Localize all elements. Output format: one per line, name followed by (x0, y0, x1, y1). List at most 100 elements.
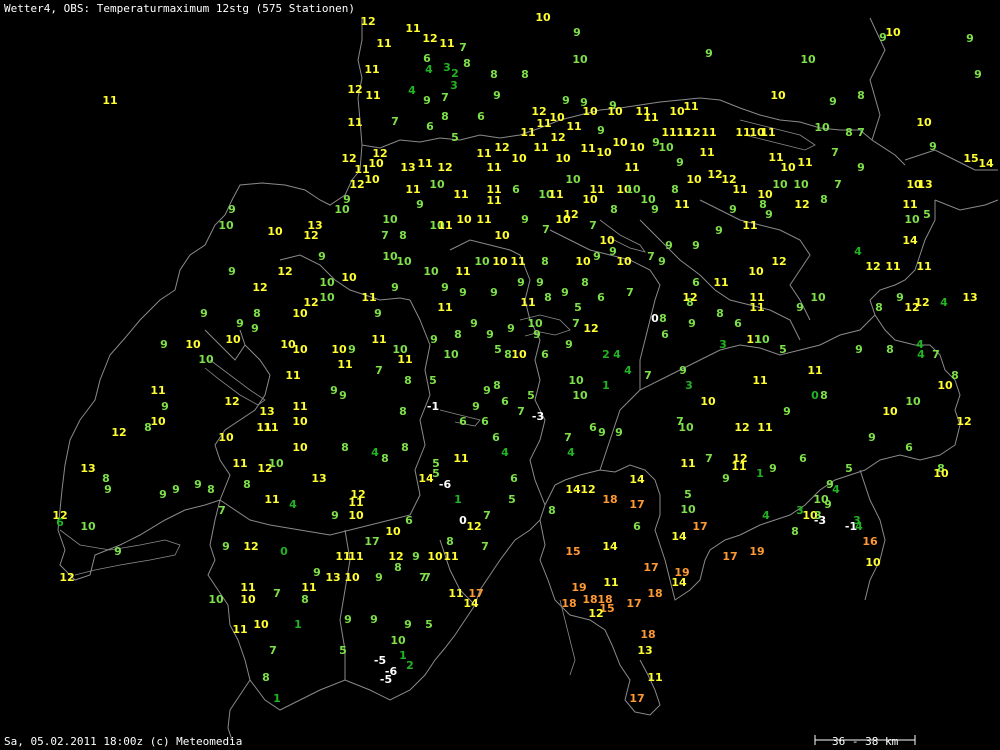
station-value: 10 (555, 213, 571, 226)
station-value: 10 (616, 255, 632, 268)
station-value: 10 (814, 121, 830, 134)
station-value: 9 (597, 124, 605, 137)
station-value: 7 (564, 431, 572, 444)
station-value: 6 (481, 415, 489, 428)
station-value: 10 (331, 343, 347, 356)
station-value: 11 (232, 457, 247, 470)
station-value: 12 (914, 296, 929, 309)
station-value: 9 (370, 613, 378, 626)
station-value: 17 (722, 550, 737, 563)
station-value: 11 (624, 161, 639, 174)
station-value: 11 (292, 400, 307, 413)
station-value: 9 (441, 281, 449, 294)
station-value: 9 (194, 478, 202, 491)
station-value: 5 (574, 301, 582, 314)
station-value: 9 (228, 265, 236, 278)
station-value: 13 (400, 161, 415, 174)
station-value: 10 (292, 441, 308, 454)
station-value: 10 (582, 105, 598, 118)
station-value: 12 (734, 421, 749, 434)
station-value: 18 (647, 587, 662, 600)
station-value: 10 (572, 53, 588, 66)
station-value: 11 (580, 142, 595, 155)
station-value: 10 (474, 255, 490, 268)
station-value: 10 (80, 520, 96, 533)
station-value: 9 (459, 286, 467, 299)
station-value: 11 (713, 276, 728, 289)
station-value: 3 (719, 338, 727, 351)
station-value: 10 (292, 415, 308, 428)
station-value: -5 (380, 673, 392, 686)
station-value: 7 (542, 223, 550, 236)
station-value: 12 (685, 126, 700, 139)
station-value: 10 (555, 152, 571, 165)
station-value: 9 (829, 95, 837, 108)
station-value: 5 (429, 374, 437, 387)
station-value: 7 (423, 571, 431, 584)
station-value: 9 (416, 198, 424, 211)
station-value: 10 (268, 457, 284, 470)
station-value: 9 (114, 545, 122, 558)
station-value: 8 (791, 525, 799, 538)
station-value: 8 (493, 379, 501, 392)
station-value: 9 (679, 364, 687, 377)
station-value: 9 (404, 618, 412, 631)
station-value: -6 (439, 478, 452, 491)
station-value: 7 (269, 644, 277, 657)
station-value: 11 (520, 296, 535, 309)
station-value: 9 (824, 498, 832, 511)
station-value: 9 (521, 213, 529, 226)
station-value: 11 (683, 100, 698, 113)
station-value: 4 (371, 446, 379, 459)
station-value: 12 (580, 483, 595, 496)
station-value: 10 (700, 395, 716, 408)
station-value: 14 (671, 530, 687, 543)
station-value: 8 (144, 421, 152, 434)
station-value: 11 (348, 550, 363, 563)
station-value: 10 (629, 141, 645, 154)
station-value: 9 (318, 250, 326, 263)
station-value: 11 (533, 141, 548, 154)
station-value: 13 (637, 644, 652, 657)
station-value: 12 (303, 229, 318, 242)
station-value: 14 (671, 576, 687, 589)
station-value: 7 (626, 286, 634, 299)
station-value: 9 (688, 317, 696, 330)
station-value: 9 (715, 224, 723, 237)
station-value: 9 (765, 208, 773, 221)
station-value: 18 (640, 628, 655, 641)
station-value: 8 (521, 68, 529, 81)
station-value: 10 (225, 333, 241, 346)
station-value: 11 (102, 94, 117, 107)
station-value: 9 (769, 462, 777, 475)
station-value: 11 (376, 37, 391, 50)
station-value: 6 (799, 452, 807, 465)
station-value: 4 (289, 498, 297, 511)
station-value: 11 (455, 265, 470, 278)
station-value: 11 (405, 22, 420, 35)
station-value: 8 (262, 671, 270, 684)
station-value: 10 (390, 634, 406, 647)
station-value: 8 (446, 535, 454, 548)
station-value: 8 (820, 389, 828, 402)
station-value: 12 (466, 520, 481, 533)
station-value: 13 (311, 472, 326, 485)
station-value: 8 (301, 593, 309, 606)
station-value: 7 (483, 509, 491, 522)
station-value: 10 (185, 338, 201, 351)
station-value: 16 (862, 535, 878, 548)
station-value: 11 (742, 219, 757, 232)
station-value: 11 (732, 183, 747, 196)
station-value: 7 (834, 178, 842, 191)
station-value: 10 (396, 255, 412, 268)
station-value: 13 (80, 462, 95, 475)
station-value: 10 (494, 229, 510, 242)
station-value: 10 (754, 333, 770, 346)
station-value: 9 (593, 250, 601, 263)
station-value: -3 (814, 514, 826, 527)
station-value: 5 (779, 343, 787, 356)
station-value: 9 (490, 286, 498, 299)
station-value: 8 (399, 229, 407, 242)
station-value: 4 (624, 364, 632, 377)
station-value: 11 (760, 126, 775, 139)
